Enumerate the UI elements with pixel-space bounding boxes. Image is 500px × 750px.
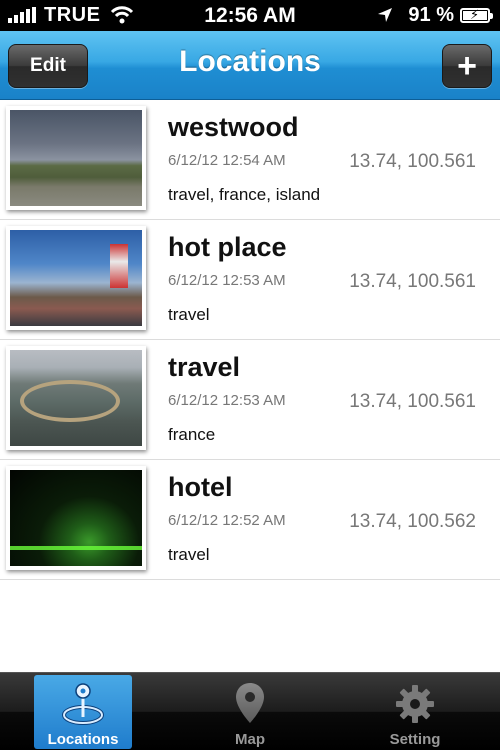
tab-bar: Locations Map Setting (0, 672, 500, 750)
location-coordinates: 13.74, 100.561 (349, 391, 476, 412)
location-date: 6/12/12 12:53 AM (168, 392, 286, 409)
location-coordinates: 13.74, 100.561 (349, 151, 476, 172)
location-name: travel (168, 352, 241, 382)
location-target-icon (61, 681, 105, 725)
tab-setting[interactable]: Setting (366, 675, 464, 749)
location-name: westwood (168, 112, 299, 142)
location-photo (10, 350, 142, 446)
navigation-bar: Edit Locations + (0, 31, 500, 100)
location-date: 6/12/12 12:53 AM (168, 272, 286, 289)
location-arrow-icon (378, 8, 393, 22)
location-thumbnail (6, 106, 146, 210)
location-coordinates: 13.74, 100.562 (349, 511, 476, 532)
location-tags: france (168, 425, 216, 444)
list-item[interactable]: travel 6/12/12 12:53 AM 13.74, 100.561 f… (0, 340, 500, 460)
gear-icon (394, 681, 436, 725)
battery-percent: 91 % (408, 3, 454, 26)
location-name: hotel (168, 472, 233, 502)
location-name: hot place (168, 232, 287, 262)
location-date: 6/12/12 12:54 AM (168, 152, 286, 169)
location-thumbnail (6, 346, 146, 450)
add-location-button[interactable]: + (442, 44, 492, 88)
tab-label: Setting (389, 731, 441, 748)
location-thumbnail (6, 226, 146, 330)
location-thumbnail (6, 466, 146, 570)
location-photo (10, 470, 142, 566)
status-right: 91 % ⚡ (376, 3, 493, 26)
location-tags: travel, france, island (168, 185, 321, 204)
tab-map[interactable]: Map (201, 675, 299, 749)
locations-list: westwood 6/12/12 12:54 AM 13.74, 100.561… (0, 100, 500, 580)
list-item[interactable]: hot place 6/12/12 12:53 AM 13.74, 100.56… (0, 220, 500, 340)
battery-icon: ⚡ (460, 6, 493, 23)
page-title: Locations (179, 45, 321, 78)
location-photo (10, 230, 142, 326)
map-pin-icon (233, 681, 267, 725)
tab-label: Map (235, 731, 265, 748)
location-tags: travel (168, 545, 210, 564)
tab-label: Locations (47, 731, 119, 748)
location-date: 6/12/12 12:52 AM (168, 512, 286, 529)
tab-locations[interactable]: Locations (34, 675, 132, 749)
status-bar: TRUE 12:56 AM 91 % ⚡ (0, 0, 500, 31)
location-tags: travel (168, 305, 210, 324)
location-coordinates: 13.74, 100.561 (349, 271, 476, 292)
charging-bolt-icon: ⚡ (470, 6, 480, 22)
list-item[interactable]: westwood 6/12/12 12:54 AM 13.74, 100.561… (0, 100, 500, 220)
list-item[interactable]: hotel 6/12/12 12:52 AM 13.74, 100.562 tr… (0, 460, 500, 580)
location-photo (10, 110, 142, 206)
